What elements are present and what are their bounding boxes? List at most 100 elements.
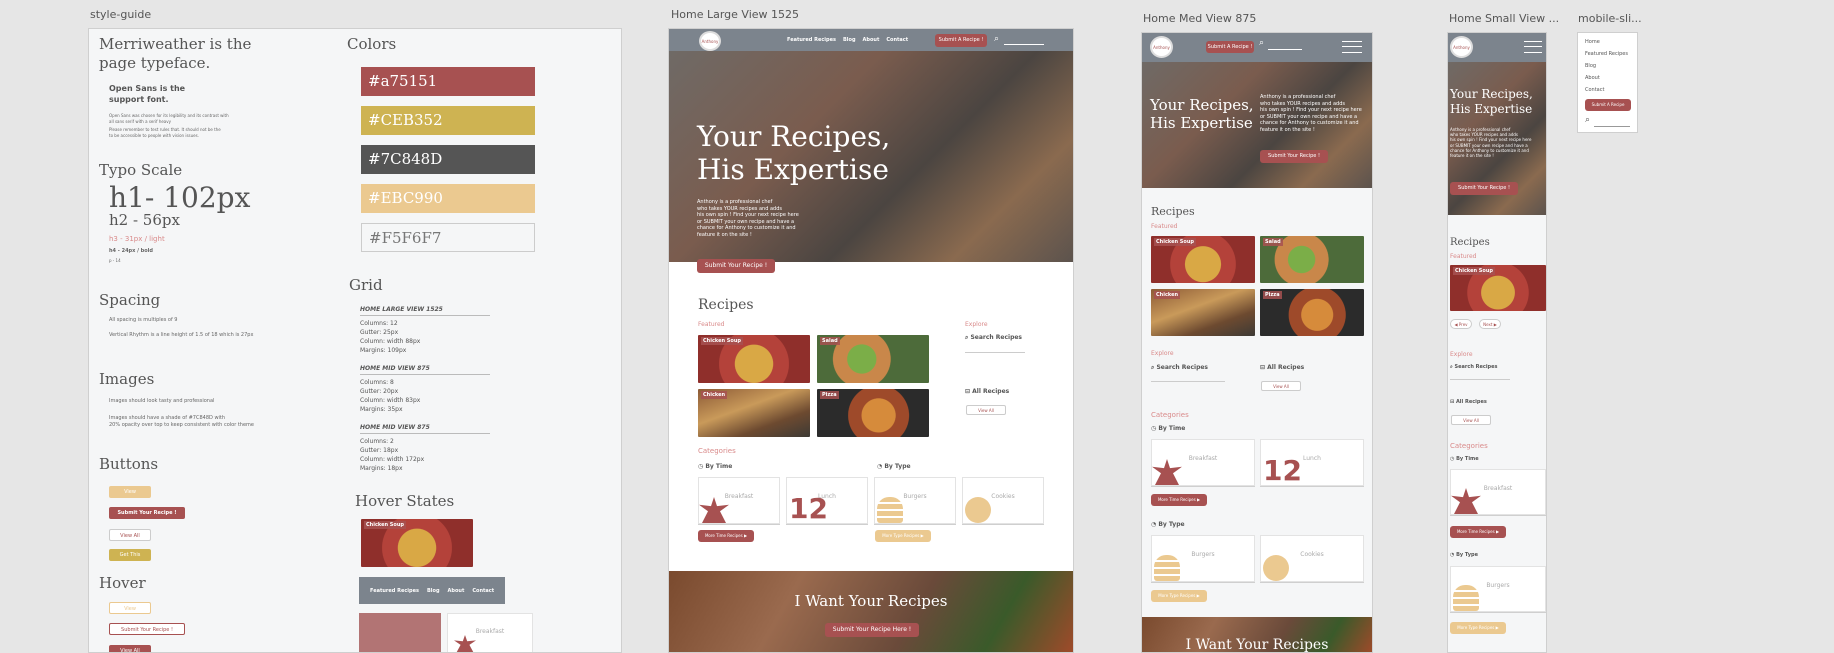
hamburger-menu-icon[interactable] [1524,41,1542,53]
nav-blog[interactable]: Blog [843,37,856,43]
tile-breakfast[interactable]: Breakfast [1450,469,1546,515]
artboard-label-home-med[interactable]: Home Med View 875 [1143,12,1256,25]
menu-item-blog[interactable]: Blog [1585,60,1628,72]
view-all-button[interactable]: View All [1261,381,1301,391]
burger-icon [877,497,903,523]
featured-card-salad[interactable]: Salad [817,335,929,383]
artboard-label-home-small[interactable]: Home Small View ... [1449,12,1559,25]
mobile-search-input[interactable] [1594,126,1630,127]
all-recipes-link[interactable]: ⊟ All Recipes [1260,364,1304,371]
nav-contact[interactable]: Contact [886,37,908,43]
search-icon[interactable]: ⌕ [1259,38,1264,48]
featured-card-chicken[interactable]: Chicken [698,389,810,437]
tile-lunch[interactable]: Lunch 12 [1260,439,1364,487]
menu-item-featured-recipes[interactable]: Featured Recipes [1585,48,1628,60]
featured-card-salad[interactable]: Salad [1260,236,1364,283]
hover-state-breakfast-tile[interactable]: Breakfast [447,613,533,652]
nav-featured[interactable]: Featured Recipes [370,588,419,594]
mobile-submit-button[interactable]: Submit A Recipe [1585,99,1631,111]
tile-lunch[interactable]: Lunch 12 [786,477,868,525]
tile-cookies[interactable]: Cookies [962,477,1044,524]
hero-submit-button[interactable]: Submit Your Recipe ! [697,259,775,273]
tile-burgers[interactable]: Burgers [874,477,956,524]
view-all-button[interactable]: View All [966,405,1006,415]
view-all-button[interactable]: View All [1451,415,1491,425]
recipes-heading: Recipes [698,297,754,313]
hero-title-line-2: His Expertise [697,153,889,186]
more-time-recipes-button[interactable]: More Time Recipes ▶ [1151,494,1207,506]
explore-search-input[interactable] [1450,379,1510,380]
explore-search-input[interactable] [1151,381,1225,382]
tile-burgers[interactable]: Burgers [1151,535,1255,582]
featured-card-chicken-soup[interactable]: Chicken Soup [698,335,810,383]
more-time-recipes-button[interactable]: More Time Recipes ▶ [698,530,754,542]
nav-about[interactable]: About [448,588,465,594]
color-swatch-1: #a75151 [361,67,535,96]
home-small-artboard[interactable]: Anthony Your Recipes, His Expertise Anth… [1447,32,1547,653]
artboard-label-style-guide[interactable]: style-guide [90,8,151,21]
sample-submit-button[interactable]: Submit Your Recipe ! [109,507,185,519]
prev-button[interactable]: ◀ Prev [1450,319,1472,329]
submit-recipe-nav-button[interactable]: Submit A Recipe ! [935,34,987,47]
hamburger-menu-icon[interactable] [1342,41,1362,53]
featured-card-pizza[interactable]: Pizza [817,389,929,437]
sample-get-this-button[interactable]: Get This [109,549,151,561]
featured-card-chicken-soup[interactable]: Chicken Soup [1450,265,1546,311]
more-type-recipes-button[interactable]: More Type Recipes ▶ [875,530,931,542]
tile-breakfast[interactable]: Breakfast [698,477,780,524]
search-icon[interactable]: ⌕ [994,34,999,44]
tile-breakfast[interactable]: Breakfast [1151,439,1255,486]
hover-state-image-tile [359,613,441,652]
submit-recipe-here-button[interactable]: Submit Your Recipe Here ! [825,623,919,637]
sample-view-button[interactable]: View [109,486,151,498]
artboard-label-home-large[interactable]: Home Large View 1525 [671,8,799,21]
nav-blog[interactable]: Blog [427,588,440,594]
home-med-artboard[interactable]: Anthony Submit A Recipe ! ⌕ Your Recipes… [1141,32,1373,653]
artboard-label-mobile[interactable]: mobile-sli... [1578,12,1642,25]
all-recipes-link[interactable]: ⊟ All Recipes [1450,399,1487,405]
hover-state-card[interactable]: Chicken Soup [361,519,473,567]
hover-view-button[interactable]: View [109,602,151,614]
more-time-recipes-button[interactable]: More Time Recipes ▶ [1450,526,1506,538]
nav-contact[interactable]: Contact [472,588,494,594]
hero-title-line-1: Your Recipes, [697,120,891,153]
logo[interactable]: Anthony [1150,36,1173,58]
sample-view-all-button[interactable]: View All [109,529,151,541]
menu-item-home[interactable]: Home [1585,36,1628,48]
featured-card-chicken-soup[interactable]: Chicken Soup [1151,236,1255,283]
tile-burgers[interactable]: Burgers [1450,566,1546,612]
search-recipes-link[interactable]: ⌕ Search Recipes [965,334,1022,342]
all-recipes-link[interactable]: ⊟ All Recipes [965,388,1009,395]
hero-submit-button[interactable]: Submit Your Recipe ! [1260,150,1328,163]
next-button[interactable]: Next ▶ [1479,319,1501,329]
search-input[interactable] [1268,49,1302,50]
search-recipes-link[interactable]: ⌕ Search Recipes [1151,364,1208,372]
more-type-recipes-button[interactable]: More Type Recipes ▶ [1450,622,1506,634]
home-large-artboard[interactable]: Anthony Featured Recipes Blog About Cont… [668,28,1074,653]
by-time-label: ◷ By Time [698,463,733,470]
nav-featured-recipes[interactable]: Featured Recipes [787,37,836,43]
spacing-note-1: All spacing is multiples of 9 [109,317,178,323]
logo[interactable]: Anthony [699,31,721,51]
featured-card-pizza[interactable]: Pizza [1260,289,1364,336]
menu-item-contact[interactable]: Contact [1585,84,1628,96]
nav-about[interactable]: About [863,37,880,43]
want-recipes-heading: I Want Your Recipes [1185,637,1329,653]
explore-search-input[interactable] [965,352,1025,353]
style-guide-artboard[interactable]: Merriweather is the page typeface. Open … [88,28,622,653]
more-type-recipes-button[interactable]: More Type Recipes ▶ [1151,590,1207,602]
grid-spec-large: HOME LARGE VIEW 1525 Columns: 12 Gutter:… [360,305,490,355]
tile-cookies[interactable]: Cookies [1260,535,1364,582]
search-icon[interactable]: ⌕ [1585,115,1590,125]
logo[interactable]: Anthony [1450,36,1473,58]
hero-banner: Your Recipes, His Expertise Anthony is a… [1448,62,1546,215]
menu-item-about[interactable]: About [1585,72,1628,84]
mobile-menu-artboard[interactable]: Home Featured Recipes Blog About Contact… [1577,32,1638,133]
hover-view-all-button[interactable]: View All [109,645,151,652]
submit-recipe-nav-button[interactable]: Submit A Recipe ! [1206,41,1254,53]
hero-submit-button[interactable]: Submit Your Recipe ! [1450,182,1518,195]
search-input[interactable] [1004,44,1044,45]
featured-card-chicken[interactable]: Chicken [1151,289,1255,336]
search-recipes-link[interactable]: ⌕ Search Recipes [1450,364,1498,370]
hover-submit-button[interactable]: Submit Your Recipe ! [109,623,185,635]
